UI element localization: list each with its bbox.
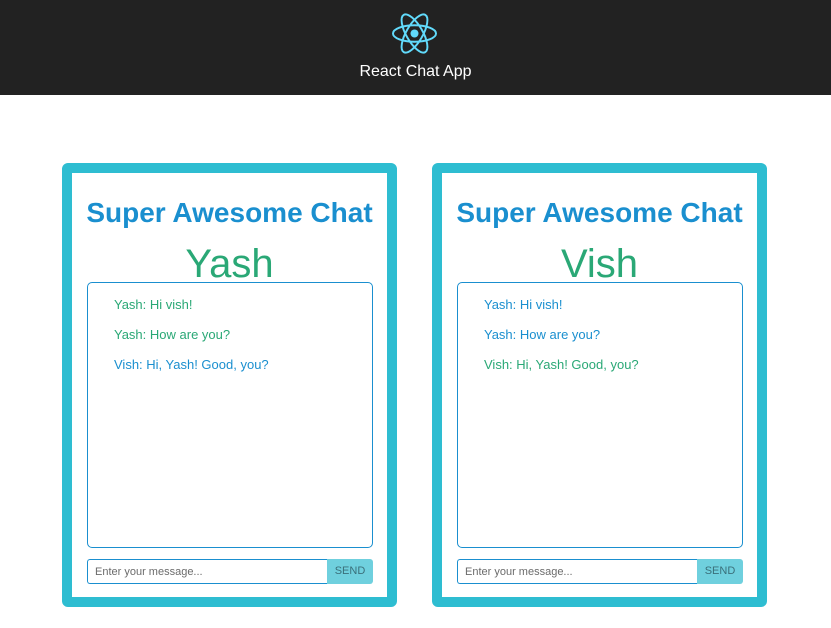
chat-heading: Super Awesome Chat <box>86 197 373 228</box>
chat-heading: Super Awesome Chat <box>456 197 743 228</box>
chat-window-yash: Super Awesome Chat Yash Yash: Hi vish! Y… <box>62 163 397 607</box>
chat-user-name: Yash <box>185 242 274 286</box>
message-composer: SEND <box>457 559 743 584</box>
message-item: Vish: Hi, Yash! Good, you? <box>114 357 269 372</box>
app-header: React Chat App <box>0 0 831 95</box>
chat-window-vish: Super Awesome Chat Vish Yash: Hi vish! Y… <box>432 163 767 607</box>
message-input[interactable] <box>457 559 697 584</box>
message-item: Yash: How are you? <box>484 327 601 342</box>
message-composer: SEND <box>87 559 373 584</box>
app-title: React Chat App <box>359 63 472 80</box>
send-button[interactable]: SEND <box>327 559 373 584</box>
message-item: Yash: Hi vish! <box>484 297 563 312</box>
react-atom-icon <box>392 13 437 54</box>
message-list[interactable]: Yash: Hi vish! Yash: How are you? Vish: … <box>457 282 743 548</box>
message-list[interactable]: Yash: Hi vish! Yash: How are you? Vish: … <box>87 282 373 548</box>
send-button[interactable]: SEND <box>697 559 743 584</box>
message-input[interactable] <box>87 559 327 584</box>
message-item: Yash: Hi vish! <box>114 297 193 312</box>
message-item: Yash: How are you? <box>114 327 231 342</box>
chat-user-name: Vish <box>560 242 639 286</box>
message-item: Vish: Hi, Yash! Good, you? <box>484 357 639 372</box>
